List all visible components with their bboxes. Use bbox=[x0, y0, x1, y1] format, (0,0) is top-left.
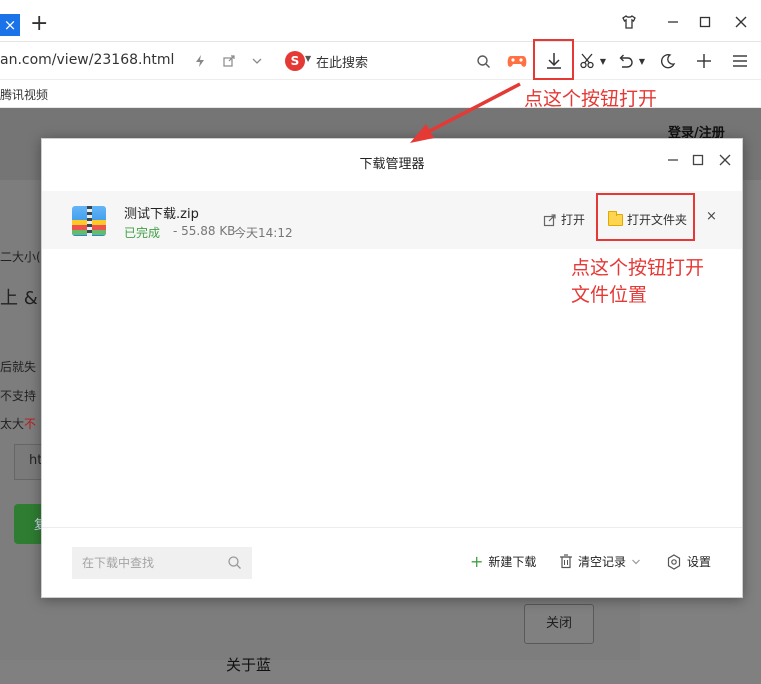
annotation-note-folder-line1: 点这个按钮打开 bbox=[571, 257, 705, 279]
annotation-note-download: 点这个按钮打开 bbox=[524, 88, 658, 110]
annotation-note-folder-line2: 文件位置 bbox=[571, 284, 648, 306]
